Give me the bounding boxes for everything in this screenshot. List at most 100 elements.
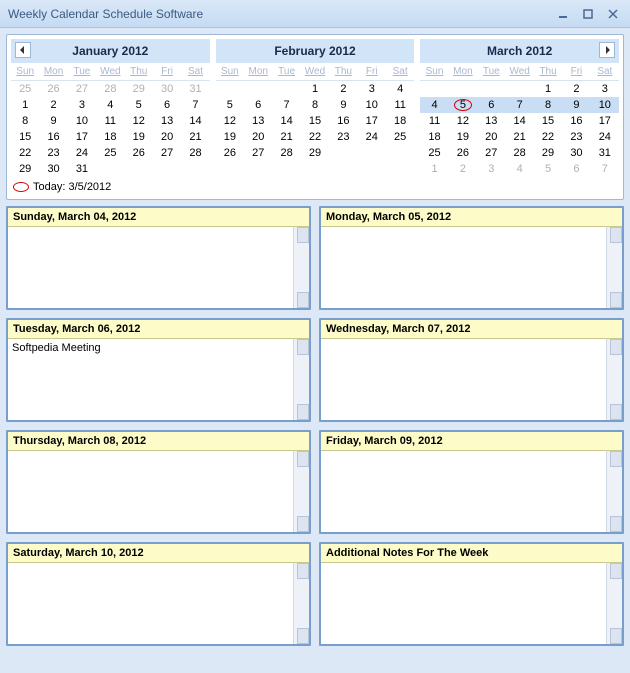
day-cell[interactable]: 27 [244, 145, 272, 161]
day-cell[interactable]: 16 [562, 113, 590, 129]
day-cell[interactable]: 9 [39, 113, 67, 129]
day-textarea[interactable] [321, 451, 606, 532]
day-cell[interactable]: 21 [272, 129, 300, 145]
day-cell[interactable]: 10 [591, 97, 619, 113]
day-cell[interactable]: 4 [420, 97, 448, 113]
day-textarea[interactable] [321, 339, 606, 420]
day-cell[interactable]: 5 [449, 97, 477, 113]
day-cell[interactable]: 31 [181, 81, 209, 97]
day-cell[interactable]: 21 [505, 129, 533, 145]
day-cell[interactable]: 7 [272, 97, 300, 113]
day-cell[interactable]: 4 [505, 161, 533, 177]
day-cell[interactable]: 26 [216, 145, 244, 161]
day-cell[interactable]: 6 [153, 97, 181, 113]
day-cell[interactable]: 26 [125, 145, 153, 161]
day-cell[interactable]: 5 [216, 97, 244, 113]
scrollbar[interactable] [606, 563, 622, 644]
scrollbar[interactable] [293, 451, 309, 532]
day-cell[interactable]: 6 [244, 97, 272, 113]
day-cell[interactable]: 7 [591, 161, 619, 177]
day-cell[interactable]: 18 [386, 113, 414, 129]
day-cell[interactable]: 2 [562, 81, 590, 97]
day-textarea[interactable] [8, 451, 293, 532]
day-cell[interactable]: 2 [329, 81, 357, 97]
day-cell[interactable]: 28 [505, 145, 533, 161]
day-cell[interactable]: 18 [96, 129, 124, 145]
day-cell[interactable]: 14 [272, 113, 300, 129]
day-cell[interactable]: 8 [11, 113, 39, 129]
day-cell[interactable]: 29 [11, 161, 39, 177]
day-cell[interactable]: 20 [153, 129, 181, 145]
day-cell[interactable]: 25 [420, 145, 448, 161]
scrollbar[interactable] [606, 227, 622, 308]
day-cell[interactable]: 27 [68, 81, 96, 97]
day-cell[interactable]: 28 [272, 145, 300, 161]
day-cell[interactable]: 8 [301, 97, 329, 113]
day-cell[interactable]: 2 [449, 161, 477, 177]
day-cell[interactable]: 10 [68, 113, 96, 129]
day-textarea[interactable] [321, 563, 606, 644]
day-cell[interactable]: 1 [534, 81, 562, 97]
day-textarea[interactable] [8, 227, 293, 308]
day-cell[interactable]: 13 [477, 113, 505, 129]
scrollbar[interactable] [606, 451, 622, 532]
scrollbar[interactable] [293, 563, 309, 644]
day-cell[interactable]: 17 [591, 113, 619, 129]
next-month-button[interactable] [599, 42, 615, 58]
day-cell[interactable]: 10 [358, 97, 386, 113]
day-cell[interactable]: 5 [125, 97, 153, 113]
day-cell[interactable]: 7 [505, 97, 533, 113]
day-cell[interactable]: 12 [449, 113, 477, 129]
day-cell[interactable]: 6 [562, 161, 590, 177]
day-cell[interactable]: 26 [39, 81, 67, 97]
day-cell[interactable]: 25 [11, 81, 39, 97]
day-textarea[interactable] [8, 339, 293, 420]
scrollbar[interactable] [293, 339, 309, 420]
day-cell[interactable]: 30 [153, 81, 181, 97]
month-header[interactable]: January 2012 [11, 39, 210, 63]
day-cell[interactable]: 16 [329, 113, 357, 129]
day-cell[interactable]: 3 [358, 81, 386, 97]
day-cell[interactable]: 11 [420, 113, 448, 129]
day-cell[interactable]: 15 [301, 113, 329, 129]
day-cell[interactable]: 13 [244, 113, 272, 129]
day-cell[interactable]: 30 [562, 145, 590, 161]
day-cell[interactable]: 17 [358, 113, 386, 129]
day-cell[interactable]: 16 [39, 129, 67, 145]
day-cell[interactable]: 23 [562, 129, 590, 145]
day-cell[interactable]: 26 [449, 145, 477, 161]
day-cell[interactable]: 1 [301, 81, 329, 97]
day-cell[interactable]: 8 [534, 97, 562, 113]
day-cell[interactable]: 23 [329, 129, 357, 145]
day-cell[interactable]: 20 [477, 129, 505, 145]
day-cell[interactable]: 3 [591, 81, 619, 97]
day-cell[interactable]: 28 [181, 145, 209, 161]
month-header[interactable]: February 2012 [216, 39, 415, 63]
day-cell[interactable]: 6 [477, 97, 505, 113]
day-cell[interactable]: 24 [68, 145, 96, 161]
day-cell[interactable]: 13 [153, 113, 181, 129]
day-cell[interactable]: 7 [181, 97, 209, 113]
day-cell[interactable]: 19 [449, 129, 477, 145]
day-cell[interactable]: 14 [181, 113, 209, 129]
day-cell[interactable]: 27 [153, 145, 181, 161]
day-cell[interactable]: 15 [11, 129, 39, 145]
day-cell[interactable]: 4 [96, 97, 124, 113]
day-cell[interactable]: 30 [39, 161, 67, 177]
day-cell[interactable]: 19 [216, 129, 244, 145]
day-cell[interactable]: 23 [39, 145, 67, 161]
day-cell[interactable]: 25 [96, 145, 124, 161]
day-cell[interactable]: 1 [11, 97, 39, 113]
month-header[interactable]: March 2012 [420, 39, 619, 63]
day-cell[interactable]: 21 [181, 129, 209, 145]
day-cell[interactable]: 25 [386, 129, 414, 145]
day-cell[interactable]: 29 [301, 145, 329, 161]
day-cell[interactable]: 12 [216, 113, 244, 129]
minimize-button[interactable] [552, 6, 574, 22]
day-cell[interactable]: 29 [534, 145, 562, 161]
maximize-button[interactable] [577, 6, 599, 22]
day-cell[interactable]: 22 [534, 129, 562, 145]
day-cell[interactable]: 12 [125, 113, 153, 129]
day-cell[interactable]: 28 [96, 81, 124, 97]
day-cell[interactable]: 29 [125, 81, 153, 97]
